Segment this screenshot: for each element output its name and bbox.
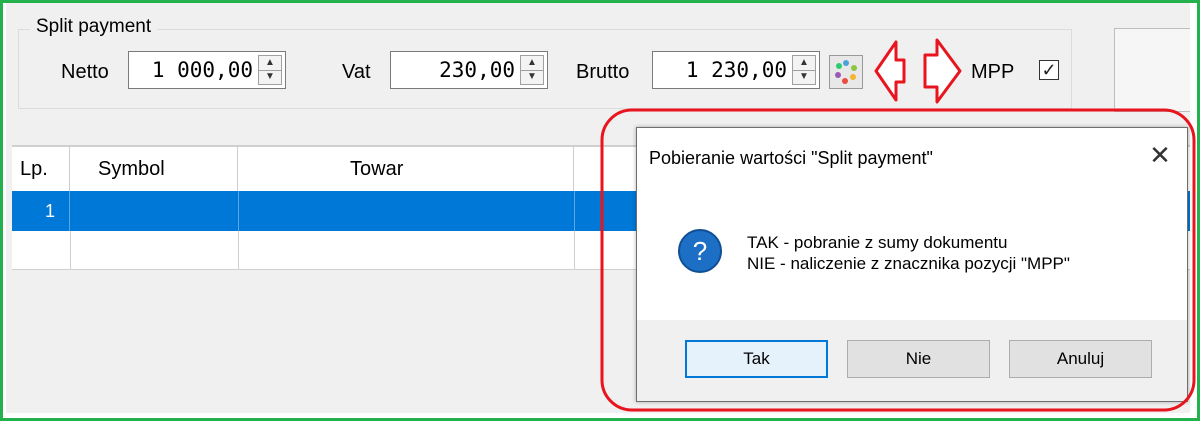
netto-value: 1 000,00 [151,58,253,82]
question-icon: ? [678,229,722,273]
spin-down-icon[interactable]: ▼ [793,70,815,84]
column-header-symbol[interactable]: Symbol [70,147,238,191]
checkmark-icon: ✓ [1041,60,1057,80]
spin-up-icon[interactable]: ▲ [259,56,281,71]
dialog-message-line: TAK - pobranie z sumy dokumentu [747,233,1008,252]
no-button[interactable]: Nie [847,340,990,378]
cell-divider [238,231,239,269]
dialog-title: Pobieranie wartości "Split payment" [649,148,933,168]
brutto-label: Brutto [576,61,630,83]
spin-up-icon[interactable]: ▲ [521,56,543,71]
cell-divider [238,191,239,231]
cell-divider [574,191,575,231]
cell-divider [574,231,575,269]
mpp-checkbox[interactable]: ✓ [1039,60,1059,80]
spin-down-icon[interactable]: ▼ [259,70,281,84]
refresh-dots-icon [835,60,857,84]
netto-label: Netto [61,61,109,83]
dialog-message: TAK - pobranie z sumy dokumentu NIE - na… [747,232,1070,274]
brutto-spinner[interactable]: ▲ ▼ [792,55,816,85]
dialog-button-bar: Tak Nie Anuluj [637,320,1187,401]
vat-field[interactable]: 230,00 ▲ ▼ [390,51,548,89]
cancel-button[interactable]: Anuluj [1009,340,1152,378]
column-header-lp[interactable]: Lp. [12,147,70,191]
close-icon[interactable]: ✕ [1147,142,1173,168]
fetch-split-payment-button[interactable] [829,55,863,89]
side-panel [1114,28,1190,112]
netto-field[interactable]: 1 000,00 ▲ ▼ [128,51,286,89]
yes-button[interactable]: Tak [685,340,828,378]
vat-spinner[interactable]: ▲ ▼ [520,55,544,85]
column-header-towar[interactable]: Towar [238,147,574,191]
brutto-value: 1 230,00 [685,58,787,82]
dialog-message-line: NIE - naliczenie z znacznika pozycji "MP… [747,254,1070,273]
row-lp: 1 [12,191,70,231]
cell-divider [70,231,71,269]
spin-up-icon[interactable]: ▲ [793,56,815,71]
netto-spinner[interactable]: ▲ ▼ [258,55,282,85]
spin-down-icon[interactable]: ▼ [521,70,543,84]
vat-value: 230,00 [439,58,515,82]
split-payment-title: Split payment [30,16,158,38]
vat-label: Vat [342,61,371,83]
svg-text:?: ? [693,236,707,266]
brutto-field[interactable]: 1 230,00 ▲ ▼ [652,51,820,89]
mpp-label: MPP [971,61,1015,83]
split-payment-dialog: Pobieranie wartości "Split payment" ✕ ? … [636,127,1188,402]
